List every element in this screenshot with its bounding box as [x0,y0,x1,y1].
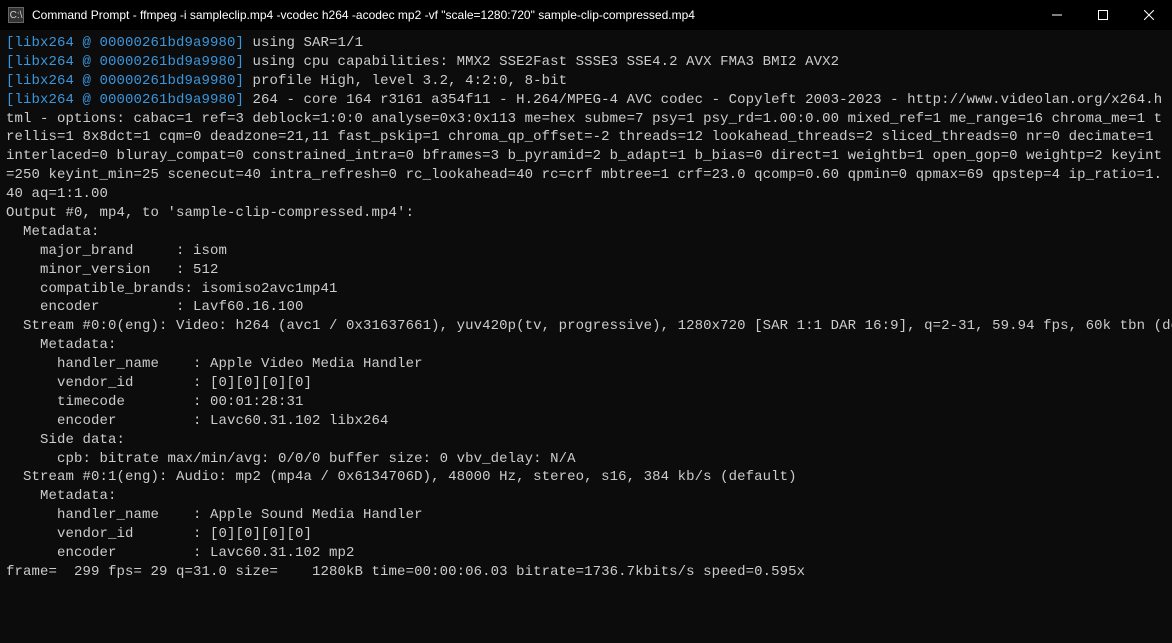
minimize-button[interactable] [1034,0,1080,30]
log-tag: [libx264 @ 00000261bd9a9980] [6,35,244,51]
terminal-output[interactable]: [libx264 @ 00000261bd9a9980] using SAR=1… [0,30,1172,586]
cmd-icon: C:\ [8,7,24,23]
output-block: Output #0, mp4, to 'sample-clip-compress… [6,204,1166,563]
log-line: [libx264 @ 00000261bd9a9980] profile Hig… [6,72,1166,91]
log-tag: [libx264 @ 00000261bd9a9980] [6,54,244,70]
log-line: [libx264 @ 00000261bd9a9980] using cpu c… [6,53,1166,72]
encode-status-line: frame= 299 fps= 29 q=31.0 size= 1280kB t… [6,563,1166,582]
log-line: [libx264 @ 00000261bd9a9980] 264 - core … [6,91,1166,204]
log-msg: using SAR=1/1 [244,35,363,51]
log-line: [libx264 @ 00000261bd9a9980] using SAR=1… [6,34,1166,53]
window-controls [1034,0,1172,30]
titlebar-left: C:\ Command Prompt - ffmpeg -i samplecli… [8,7,695,23]
log-msg: using cpu capabilities: MMX2 SSE2Fast SS… [244,54,839,70]
log-msg: profile High, level 3.2, 4:2:0, 8-bit [244,73,567,89]
window-titlebar: C:\ Command Prompt - ffmpeg -i samplecli… [0,0,1172,30]
log-tag: [libx264 @ 00000261bd9a9980] [6,92,244,108]
window-title: Command Prompt - ffmpeg -i sampleclip.mp… [32,8,695,22]
maximize-button[interactable] [1080,0,1126,30]
log-msg: 264 - core 164 r3161 a354f11 - H.264/MPE… [6,92,1162,202]
log-tag: [libx264 @ 00000261bd9a9980] [6,73,244,89]
close-button[interactable] [1126,0,1172,30]
